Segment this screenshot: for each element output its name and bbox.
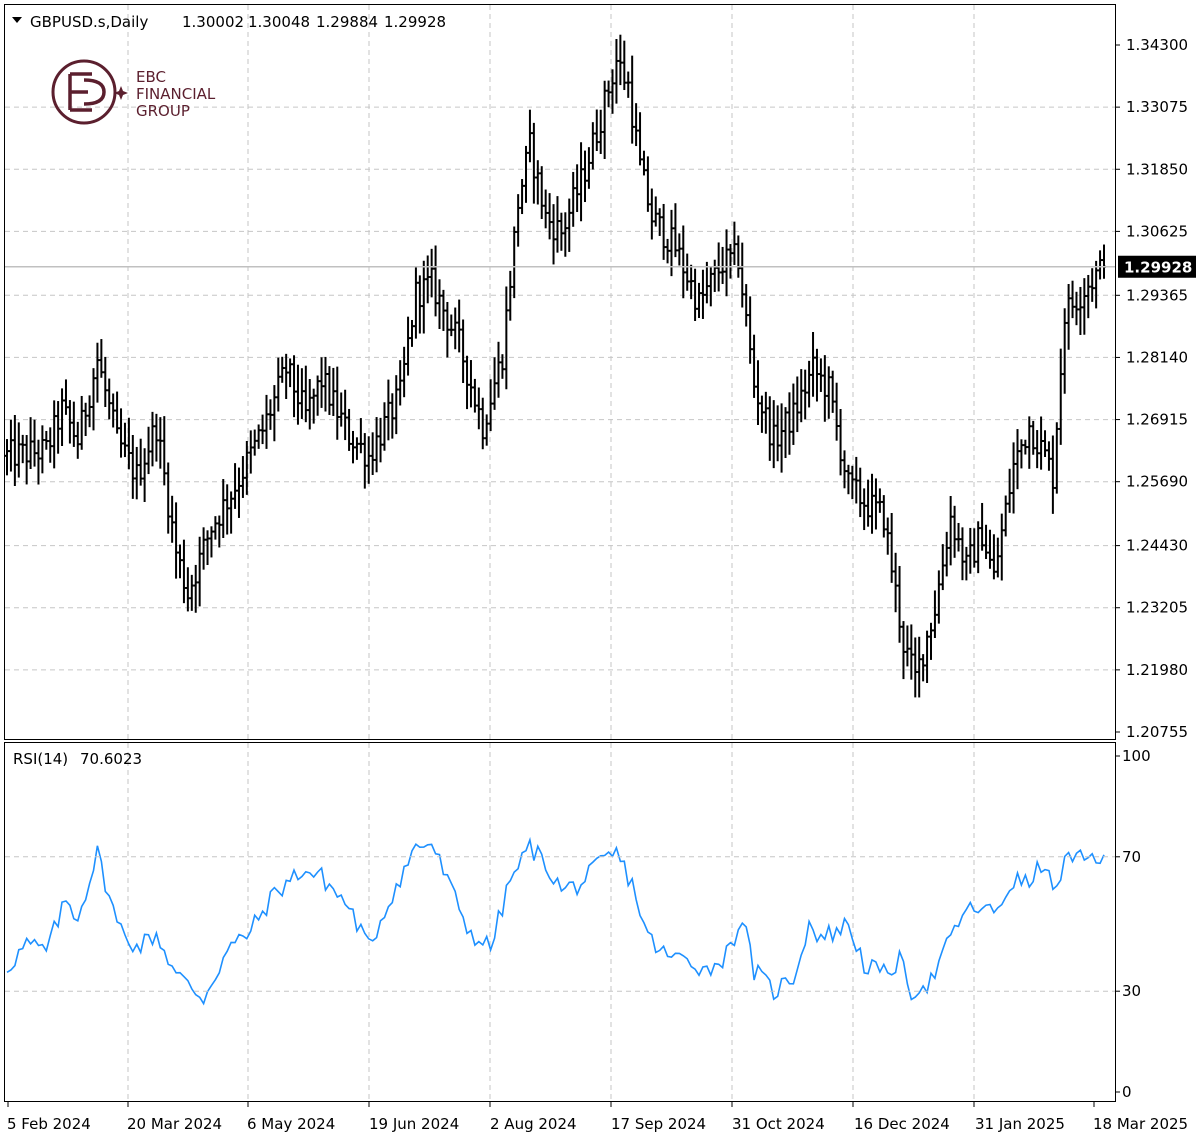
date-tick-label: 5 Feb 2024	[7, 1115, 91, 1133]
price-tick-label: 1.25690	[1126, 473, 1188, 491]
current-price-label: 1.29928	[1124, 259, 1192, 277]
price-tick-label: 1.33075	[1126, 98, 1188, 116]
low-value: 1.29884	[316, 13, 378, 31]
symbol-label: GBPUSD.s,Daily	[30, 13, 148, 31]
logo-line-2: FINANCIAL	[136, 85, 216, 103]
rsi-tick-label: 0	[1122, 1083, 1132, 1101]
date-tick-label: 31 Oct 2024	[732, 1115, 825, 1133]
chart-canvas: 1.34300 1.33075 1.31850 1.30625 1.29365 1.281…	[0, 0, 1200, 1144]
logo-line-1: EBC	[136, 68, 166, 86]
price-tick-label: 1.30625	[1126, 222, 1188, 240]
price-tick-label: 1.29365	[1126, 286, 1188, 304]
close-value: 1.29928	[384, 13, 446, 31]
date-tick-label: 6 May 2024	[247, 1115, 335, 1133]
high-value: 1.30048	[248, 13, 310, 31]
date-tick-label: 20 Mar 2024	[127, 1115, 222, 1133]
date-tick-label: 19 Jun 2024	[369, 1115, 459, 1133]
date-tick-label: 2 Aug 2024	[490, 1115, 577, 1133]
date-tick-label: 16 Dec 2024	[854, 1115, 950, 1133]
date-tick-label: 31 Jan 2025	[975, 1115, 1065, 1133]
price-tick-label: 1.21980	[1126, 661, 1188, 679]
price-tick-label: 1.34300	[1126, 36, 1188, 54]
rsi-tick-label: 70	[1122, 848, 1141, 866]
price-tick-label: 1.24430	[1126, 537, 1188, 555]
price-tick-label: 1.20755	[1126, 723, 1188, 741]
rsi-tick-label: 100	[1122, 747, 1151, 765]
logo-line-3: GROUP	[136, 102, 190, 120]
rsi-indicator-label: RSI(14)	[13, 750, 68, 768]
price-tick-label: 1.31850	[1126, 160, 1188, 178]
price-tick-label: 1.26915	[1126, 411, 1188, 429]
price-tick-label: 1.28140	[1126, 348, 1188, 366]
rsi-indicator-value: 70.6023	[80, 750, 142, 768]
open-value: 1.30002	[182, 13, 244, 31]
rsi-tick-label: 30	[1122, 982, 1141, 1000]
date-tick-label: 17 Sep 2024	[611, 1115, 706, 1133]
price-tick-label: 1.23205	[1126, 599, 1188, 617]
date-tick-label: 18 Mar 2025	[1093, 1115, 1188, 1133]
